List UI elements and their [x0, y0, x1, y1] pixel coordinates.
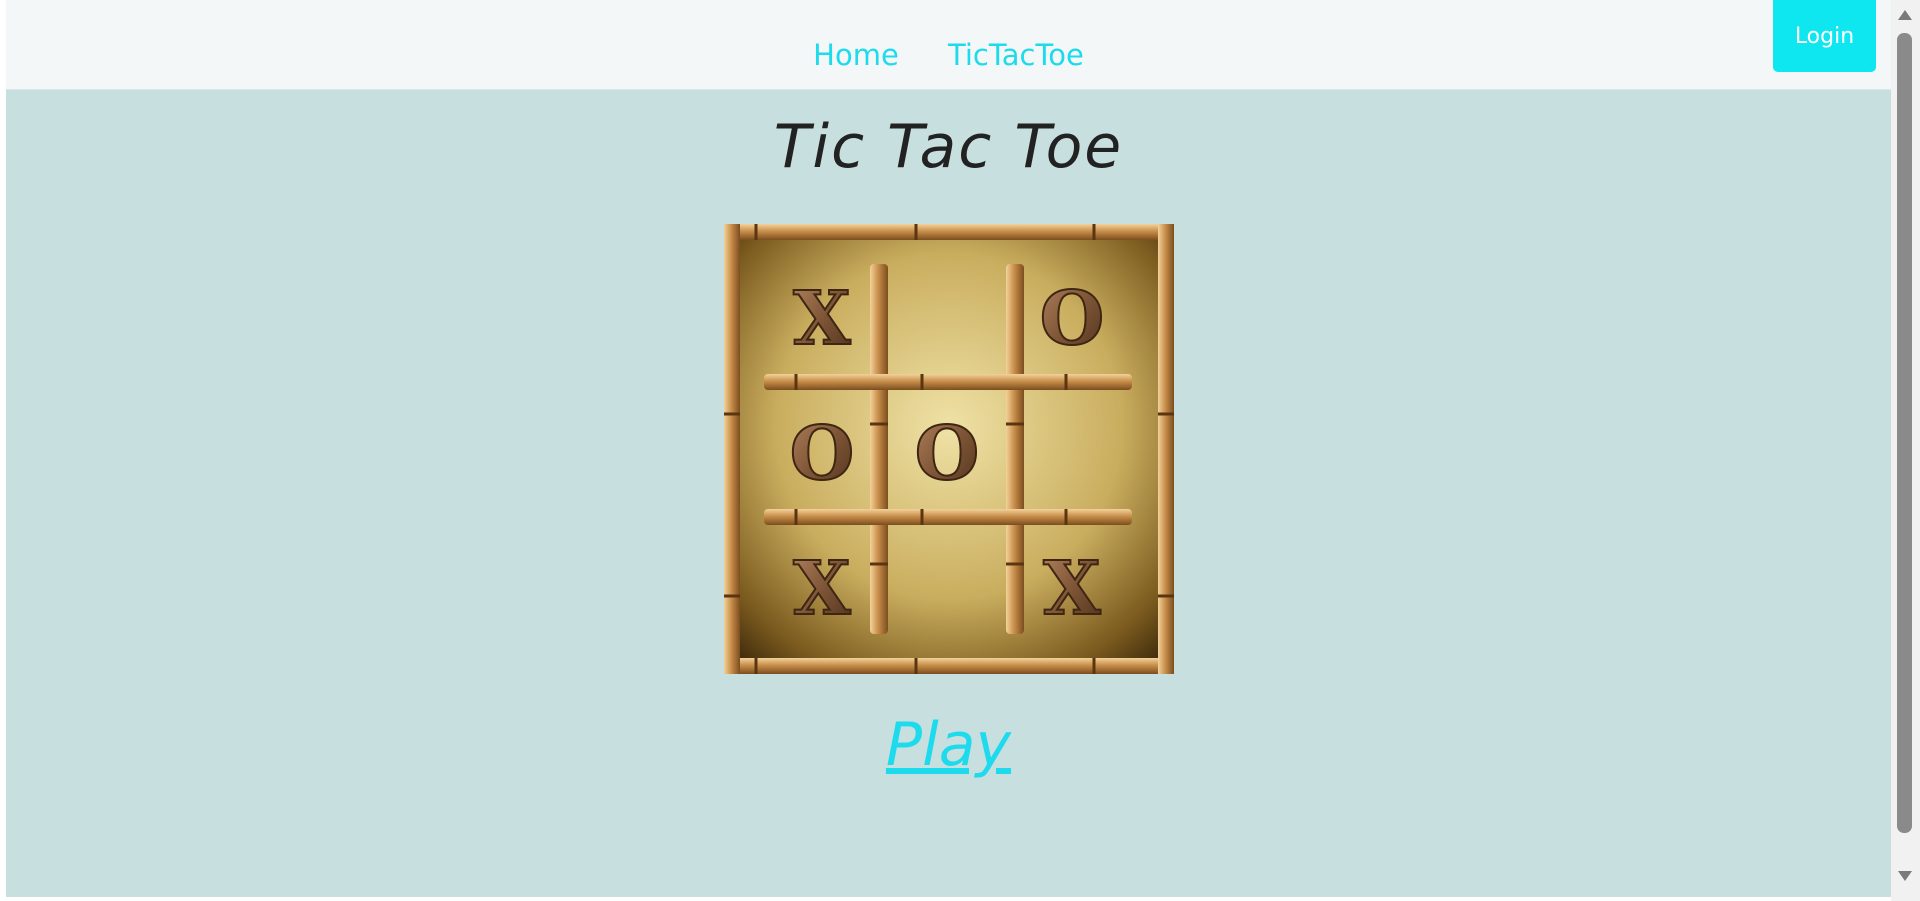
vertical-scrollbar[interactable] [1891, 0, 1920, 901]
tic-tac-toe-board-image: X O O O X X [724, 224, 1174, 674]
login-button[interactable]: Login [1773, 0, 1876, 72]
scroll-down-icon[interactable] [1898, 871, 1912, 881]
page-viewport: Home TicTacToe Login Tic Tac Toe X O O O… [6, 0, 1891, 897]
navbar: Home TicTacToe Login [6, 0, 1891, 90]
page-title: Tic Tac Toe [773, 112, 1124, 182]
play-link[interactable]: Play [6, 710, 1891, 780]
nav-link-home[interactable]: Home [813, 38, 899, 72]
board-cell-7: X [793, 546, 851, 632]
nav-links: Home TicTacToe [6, 38, 1891, 72]
scroll-up-icon[interactable] [1898, 10, 1912, 20]
nav-link-tictactoe[interactable]: TicTacToe [948, 38, 1084, 72]
board-cell-1: X [793, 276, 851, 362]
board-cell-9: X [1043, 546, 1101, 632]
scroll-thumb[interactable] [1897, 33, 1912, 833]
board-cell-5: O [915, 411, 979, 497]
board-cell-3: O [1040, 276, 1104, 362]
board-svg: X O O O X X [724, 224, 1174, 674]
board-cell-4: O [790, 411, 854, 497]
